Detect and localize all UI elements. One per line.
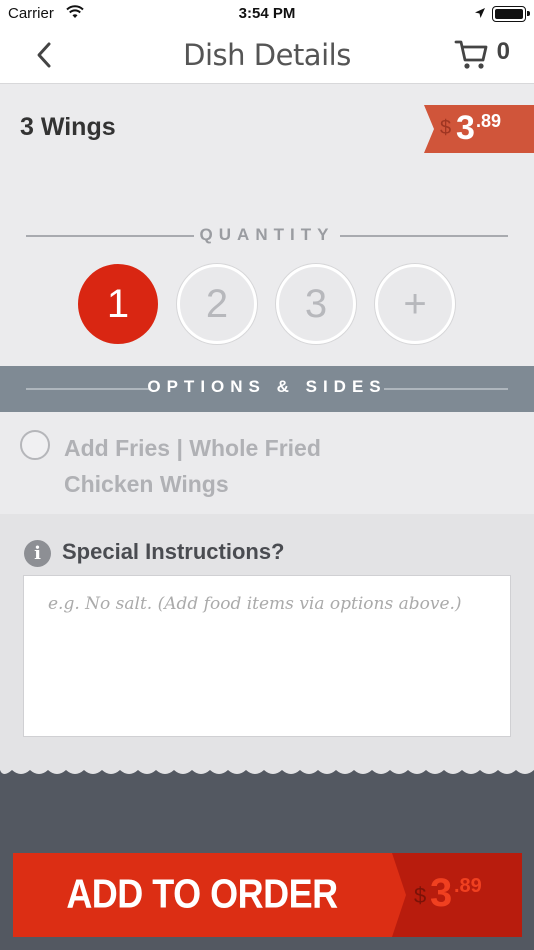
option-radio[interactable] <box>20 430 50 460</box>
add-to-order-label: ADD TO ORDER <box>66 870 338 917</box>
divider <box>384 388 508 390</box>
battery-icon <box>492 6 530 22</box>
quantity-section-label: QUANTITY <box>0 225 534 245</box>
cart-count[interactable]: 0 <box>497 38 510 66</box>
price-currency: $ <box>440 117 452 139</box>
price-tag: $ 3 .89 <box>424 105 534 153</box>
dish-name: 3 Wings <box>20 113 116 141</box>
wavy-divider <box>0 766 534 774</box>
nav-bar: Dish Details 0 <box>0 28 534 84</box>
option-label: Add Fries | Whole Fried Chicken Wings <box>64 435 321 497</box>
total-currency: $ <box>414 883 427 908</box>
clock: 3:54 PM <box>238 5 296 22</box>
options-label: OPTIONS & SIDES <box>147 377 387 396</box>
order-total-price: $ 3 .89 <box>392 853 522 937</box>
add-to-order-button[interactable]: ADD TO ORDER $ 3 .89 <box>13 853 522 937</box>
special-instructions-heading: Special Instructions? <box>62 539 285 564</box>
price-cents: .89 <box>476 111 502 131</box>
special-instructions-input[interactable] <box>24 576 510 736</box>
quantity-option-2[interactable]: 2 <box>177 264 257 344</box>
option-item-add-fries[interactable]: Add Fries | Whole Fried Chicken Wings <box>0 412 534 514</box>
quantity-option-3[interactable]: 3 <box>276 264 356 344</box>
location-arrow-icon <box>475 8 485 18</box>
quantity-selector: 1 2 3 + <box>0 264 534 348</box>
status-bar: Carrier 3:54 PM <box>0 0 534 28</box>
options-section-header: OPTIONS & SIDES <box>0 366 534 412</box>
divider <box>340 235 508 237</box>
info-icon: i <box>24 540 51 567</box>
cart-icon[interactable] <box>454 38 490 70</box>
quantity-option-1[interactable]: 1 <box>78 264 158 344</box>
dish-header: 3 Wings $ 3 .89 <box>0 85 534 225</box>
total-whole: 3 <box>430 871 453 915</box>
quantity-increase-button[interactable]: + <box>375 264 455 344</box>
special-instructions-section: i Special Instructions? <box>0 514 534 770</box>
price-whole: 3 <box>456 109 475 147</box>
total-cents: .89 <box>454 875 482 897</box>
